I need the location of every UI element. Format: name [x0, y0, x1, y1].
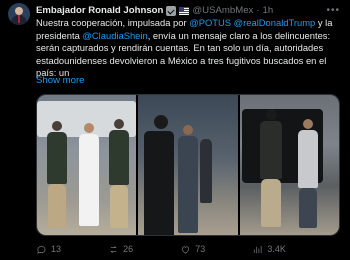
- person-head: [52, 121, 62, 131]
- avatar-tie: [18, 15, 20, 23]
- mention-link[interactable]: @ClaudiaShein: [82, 30, 147, 41]
- views-count: 3.4K: [267, 244, 286, 254]
- officer-figure: [109, 130, 129, 185]
- detainee-figure: [297, 130, 318, 188]
- heart-icon: [182, 246, 190, 254]
- photo-3[interactable]: [239, 95, 339, 235]
- officer-legs: [48, 184, 66, 228]
- detainee-figure: [79, 134, 99, 226]
- officer-figure: [259, 121, 282, 179]
- person-head: [84, 123, 94, 133]
- person-head: [114, 119, 124, 129]
- person-head: [265, 109, 277, 120]
- views-chart-icon: [254, 245, 262, 253]
- views-button[interactable]: 3.4K: [252, 244, 286, 255]
- reply-count: 13: [51, 244, 62, 254]
- photo-1[interactable]: [37, 95, 137, 235]
- person-head: [183, 125, 194, 135]
- tweet-text-segment: Nuestra cooperación, impulsada por: [36, 17, 190, 28]
- officer-legs: [110, 185, 128, 228]
- media-grid: [36, 94, 340, 236]
- author-avatar[interactable]: [8, 3, 30, 25]
- repost-button[interactable]: 26: [108, 244, 133, 255]
- mention-link[interactable]: @realDonaldTrump: [234, 17, 316, 28]
- officer-figure: [47, 132, 67, 184]
- verified-badge-icon: [166, 6, 177, 16]
- repost-icon: [110, 245, 117, 253]
- mention-link[interactable]: @POTUS: [189, 17, 231, 28]
- show-more-link[interactable]: Show more: [36, 75, 85, 87]
- like-count: 73: [195, 244, 206, 254]
- reply-icon: [37, 245, 46, 254]
- person-head: [154, 115, 169, 129]
- detainee-figure: [178, 136, 199, 233]
- officer-figure: [144, 131, 175, 235]
- tweet-text: Nuestra cooperación, impulsada por @POTU…: [36, 17, 342, 80]
- detainee-legs: [298, 188, 317, 228]
- us-flag-icon: [179, 7, 190, 15]
- repost-count: 26: [123, 244, 134, 254]
- reply-button[interactable]: 13: [36, 244, 61, 255]
- author-name[interactable]: Embajador Ronald Johnson: [36, 4, 163, 18]
- person-head: [302, 119, 313, 129]
- more-dots-icon[interactable]: •••: [326, 4, 340, 18]
- avatar-head: [15, 7, 23, 15]
- tweet-header: Embajador Ronald Johnson @USAmbMex · 1h …: [36, 4, 346, 18]
- photo-2[interactable]: [138, 95, 238, 235]
- separator-dot: ·: [256, 5, 260, 16]
- like-button[interactable]: 73: [180, 244, 205, 255]
- tweet-actions: 13 26 73 3.4K: [36, 242, 342, 256]
- background-figure: [200, 139, 213, 203]
- officer-legs: [260, 179, 281, 227]
- tweet-time[interactable]: 1h: [263, 4, 274, 18]
- author-handle[interactable]: @USAmbMex: [192, 4, 253, 18]
